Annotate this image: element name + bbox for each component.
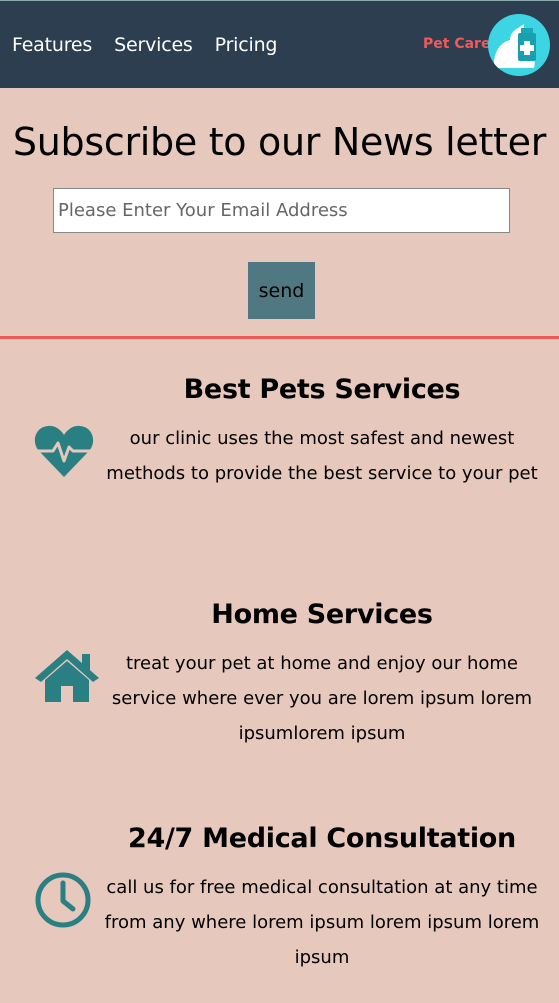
nav-link-services[interactable]: Services	[114, 31, 193, 59]
service-title: Best Pets Services	[183, 374, 461, 405]
service-title: 24/7 Medical Consultation	[128, 823, 516, 854]
send-button[interactable]: send	[248, 262, 315, 319]
clock-icon	[33, 870, 93, 934]
newsletter-title: Subscribe to our News letter	[12, 120, 547, 164]
nav-links: Features Services Pricing	[12, 31, 299, 59]
brand-name[interactable]: Pet Care	[423, 36, 490, 52]
navbar: Features Services Pricing Pet Care	[0, 0, 559, 88]
service-description: call us for free medical consultation at…	[104, 877, 540, 968]
nav-link-pricing[interactable]: Pricing	[215, 31, 278, 59]
service-description: our clinic uses the most safest and newe…	[106, 428, 538, 484]
pet-care-logo-icon[interactable]	[488, 14, 550, 76]
heart-pulse-icon	[33, 423, 95, 483]
email-input[interactable]	[53, 188, 510, 233]
service-title: Home Services	[211, 599, 433, 630]
service-description: treat your pet at home and enjoy our hom…	[111, 653, 533, 744]
nav-link-features[interactable]: Features	[12, 31, 92, 59]
divider	[0, 336, 559, 339]
home-icon	[33, 648, 101, 708]
